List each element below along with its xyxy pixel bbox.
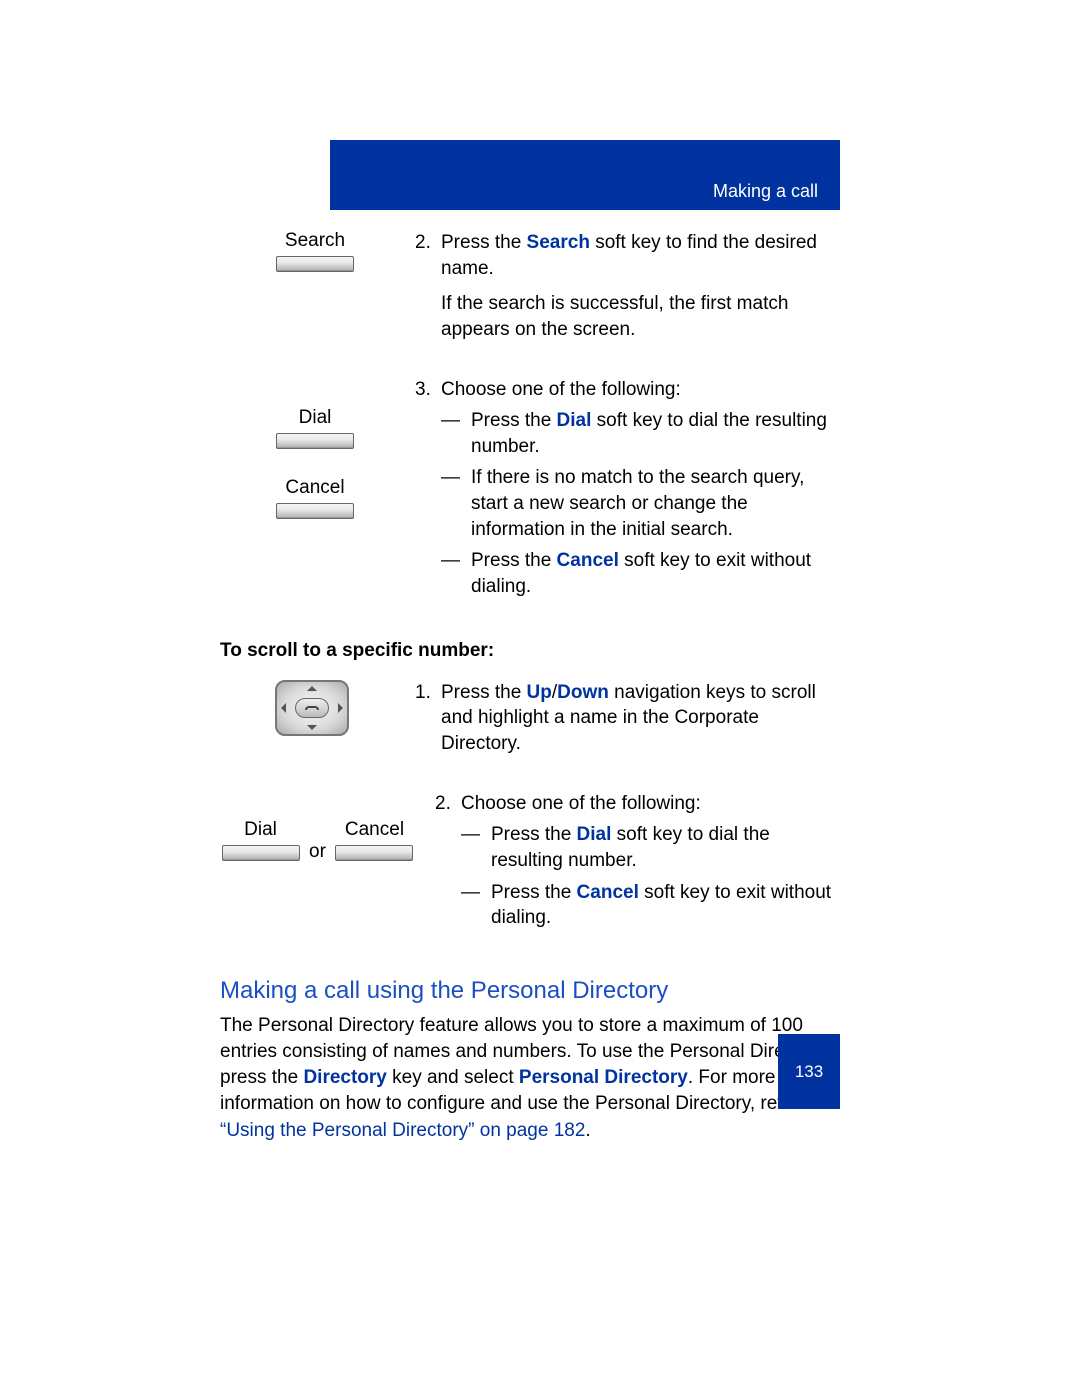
- softkey-cancel-label: Cancel: [285, 477, 344, 499]
- step-number: 2.: [415, 230, 441, 343]
- softkey-cancel-label: Cancel: [345, 819, 404, 841]
- scroll-step-1-row: 1. Press the Up/Down navigation keys to …: [220, 680, 840, 767]
- step-body: Press the Up/Down navigation keys to scr…: [441, 680, 840, 757]
- softkey-dial: Dial: [270, 407, 360, 449]
- softkey-button-icon: [276, 256, 354, 272]
- or-text: or: [309, 841, 326, 863]
- step-body: Choose one of the following: — Press the…: [441, 377, 840, 606]
- softkey-dial: Dial: [220, 819, 301, 861]
- dial-keyword: Dial: [577, 824, 612, 845]
- substep: — Press the Dial soft key to dial the re…: [441, 408, 840, 459]
- substep: — Press the Cancel soft key to exit with…: [461, 880, 840, 931]
- softkey-cancel: Cancel: [270, 477, 360, 519]
- substep: — If there is no match to the search que…: [441, 465, 840, 542]
- scroll-step-2-row: Dial or Cancel 2. Choose one of the foll…: [220, 791, 840, 947]
- header-section: Making a call: [713, 181, 818, 202]
- search-keyword: Search: [527, 232, 590, 253]
- step-body: Press the Search soft key to find the de…: [441, 230, 840, 343]
- step-3-row: Dial Cancel 3. Choose one of the followi…: [220, 377, 840, 616]
- step-number: 2.: [435, 791, 461, 937]
- substep: — Press the Dial soft key to dial the re…: [461, 822, 840, 873]
- section-paragraph: The Personal Directory feature allows yo…: [220, 1013, 840, 1144]
- softkey-cancel: Cancel: [334, 819, 415, 861]
- softkey-button-icon: [276, 503, 354, 519]
- step-body: Choose one of the following: — Press the…: [461, 791, 840, 937]
- down-keyword: Down: [557, 682, 609, 703]
- navigation-key-icon: [275, 680, 349, 736]
- subheading: To scroll to a specific number:: [220, 640, 840, 662]
- substep: — Press the Cancel soft key to exit with…: [441, 548, 840, 599]
- step-3: 3. Choose one of the following: — Press …: [415, 377, 840, 606]
- step-number: 1.: [415, 680, 441, 757]
- step-number: 3.: [415, 377, 441, 606]
- page-number: 133: [778, 1034, 840, 1109]
- directory-keyword: Directory: [303, 1067, 386, 1088]
- page-header: Making a call: [330, 140, 840, 210]
- page-content: Search 2. Press the Search soft key to f…: [220, 230, 840, 1144]
- cancel-keyword: Cancel: [557, 550, 619, 571]
- softkey-button-icon: [222, 845, 300, 861]
- step-2-row: Search 2. Press the Search soft key to f…: [220, 230, 840, 353]
- up-keyword: Up: [527, 682, 552, 703]
- softkey-search: Search: [270, 230, 360, 272]
- cross-reference-link[interactable]: “Using the Personal Directory” on page 1…: [220, 1120, 585, 1141]
- dial-keyword: Dial: [557, 410, 592, 431]
- softkey-pair: Dial or Cancel: [220, 817, 415, 863]
- section-title: Making a call using the Personal Directo…: [220, 977, 840, 1005]
- softkey-search-label: Search: [285, 230, 345, 252]
- softkey-dial-label: Dial: [299, 407, 332, 429]
- personal-directory-keyword: Personal Directory: [519, 1067, 688, 1088]
- softkey-button-icon: [276, 433, 354, 449]
- scroll-step-2: 2. Choose one of the following: — Press …: [435, 791, 840, 937]
- step-2: 2. Press the Search soft key to find the…: [415, 230, 840, 343]
- softkey-dial-label: Dial: [244, 819, 277, 841]
- scroll-step-1: 1. Press the Up/Down navigation keys to …: [415, 680, 840, 757]
- softkey-button-icon: [335, 845, 413, 861]
- cancel-keyword: Cancel: [577, 882, 639, 903]
